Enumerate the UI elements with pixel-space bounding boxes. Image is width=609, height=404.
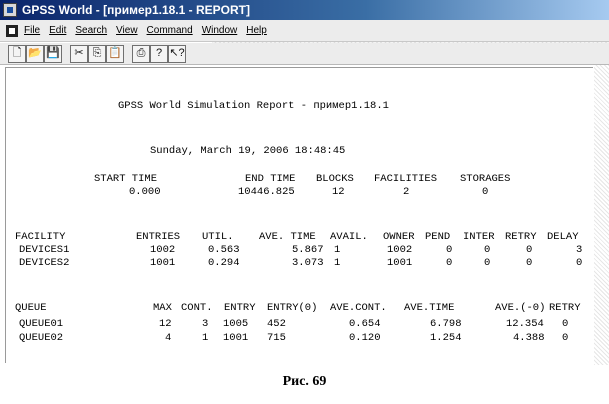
facility-cell: DEVICES1 xyxy=(19,244,70,256)
facility-cell: 0 xyxy=(446,244,453,256)
queue-header-ave-cont: AVE.CONT. xyxy=(330,302,387,314)
facility-cell: 0 xyxy=(576,257,583,269)
queue-cell: 1 xyxy=(202,332,209,344)
facility-header-owner: OWNER xyxy=(383,231,415,243)
summary-value-storages: 0 xyxy=(482,186,489,198)
facility-cell: 1 xyxy=(334,244,341,256)
print-icon[interactable]: ⎙ xyxy=(132,44,150,63)
facility-header-delay: DELAY xyxy=(547,231,579,243)
facility-cell: 1002 xyxy=(150,244,176,256)
menu-command[interactable]: Command xyxy=(147,25,193,36)
facility-cell: 1 xyxy=(334,257,341,269)
summary-header-start-time: START TIME xyxy=(94,173,158,185)
summary-value-end-time: 10446.825 xyxy=(238,186,295,198)
facility-cell: 3.073 xyxy=(292,257,324,269)
document-icon[interactable] xyxy=(6,24,18,37)
queue-header-ave-0: AVE.(-0) xyxy=(495,302,546,314)
save-icon[interactable]: 💾 xyxy=(44,44,62,63)
summary-header-facilities: FACILITIES xyxy=(374,173,438,185)
facility-header-avail: AVAIL. xyxy=(330,231,368,243)
queue-cell: 4.388 xyxy=(513,332,545,344)
queue-cell: 0 xyxy=(562,318,569,330)
menu-view[interactable]: View xyxy=(116,25,138,36)
facility-cell: 5.867 xyxy=(292,244,324,256)
help-icon[interactable]: ? xyxy=(150,44,168,63)
report-date: Sunday, March 19, 2006 18:48:45 xyxy=(150,145,346,157)
menu-bar: File Edit Search View Command Window Hel… xyxy=(0,20,609,42)
queue-header-entry: ENTRY xyxy=(224,302,256,314)
facility-header-facility: FACILITY xyxy=(15,231,66,243)
facility-header-ave-time: AVE. TIME xyxy=(259,231,316,243)
queue-cell: 12.354 xyxy=(506,318,544,330)
facility-cell: 0.294 xyxy=(208,257,240,269)
summary-header-blocks: BLOCKS xyxy=(316,173,354,185)
queue-cell: QUEUE02 xyxy=(19,332,64,344)
new-icon[interactable]: 🗋 xyxy=(8,44,26,63)
queue-cell: 452 xyxy=(267,318,286,330)
queue-cell: 4 xyxy=(165,332,172,344)
queue-cell: 1.254 xyxy=(430,332,462,344)
queue-cell: 0.654 xyxy=(349,318,381,330)
menu-file[interactable]: File xyxy=(24,25,40,36)
queue-cell: 6.798 xyxy=(430,318,462,330)
copy-icon[interactable]: ⎘ xyxy=(88,44,106,63)
queue-cell: 1005 xyxy=(223,318,249,330)
open-icon[interactable]: 📂 xyxy=(26,44,44,63)
facility-cell: 1001 xyxy=(150,257,176,269)
queue-header-cont: CONT. xyxy=(181,302,213,314)
queue-cell: 715 xyxy=(267,332,286,344)
facility-cell: 0 xyxy=(484,257,491,269)
facility-cell: 0 xyxy=(484,244,491,256)
report-header: GPSS World Simulation Report - пример1.1… xyxy=(118,100,389,112)
summary-value-blocks: 12 xyxy=(332,186,345,198)
queue-cell: 0 xyxy=(562,332,569,344)
window-frame-hatch xyxy=(594,65,609,365)
app-icon[interactable] xyxy=(3,3,17,17)
queue-header-entry0: ENTRY(0) xyxy=(267,302,318,314)
facility-cell: 3 xyxy=(576,244,583,256)
facility-cell: 1001 xyxy=(387,257,413,269)
summary-value-start-time: 0.000 xyxy=(129,186,161,198)
facility-cell: DEVICES2 xyxy=(19,257,70,269)
facility-cell: 0 xyxy=(526,257,533,269)
summary-header-end-time: END TIME xyxy=(245,173,296,185)
queue-cell: 3 xyxy=(202,318,209,330)
facility-header-retry: RETRY xyxy=(505,231,537,243)
facility-cell: 0.563 xyxy=(208,244,240,256)
queue-header-queue: QUEUE xyxy=(15,302,47,314)
context-help-icon[interactable]: ↖? xyxy=(168,44,186,63)
cut-icon[interactable]: ✂ xyxy=(70,44,88,63)
queue-cell: 0.120 xyxy=(349,332,381,344)
facility-header-inter: INTER xyxy=(463,231,495,243)
menu-window[interactable]: Window xyxy=(202,25,238,36)
window-title: GPSS World - [пример1.18.1 - REPORT] xyxy=(22,3,250,17)
menu-help[interactable]: Help xyxy=(246,25,267,36)
toolbar: 🗋 📂 💾 ✂ ⎘ 📋 ⎙ ? ↖? xyxy=(0,43,609,65)
summary-header-storages: STORAGES xyxy=(460,173,511,185)
facility-header-util: UTIL. xyxy=(202,231,234,243)
queue-header-ave-time: AVE.TIME xyxy=(404,302,455,314)
facility-header-pend: PEND xyxy=(425,231,451,243)
figure-caption: Рис. 69 xyxy=(282,374,327,389)
paste-icon[interactable]: 📋 xyxy=(106,44,124,63)
queue-cell: 1001 xyxy=(223,332,249,344)
queue-cell: QUEUE01 xyxy=(19,318,64,330)
queue-header-max: MAX xyxy=(153,302,172,314)
queue-cell: 12 xyxy=(159,318,172,330)
facility-cell: 0 xyxy=(446,257,453,269)
facility-cell: 0 xyxy=(526,244,533,256)
menu-search[interactable]: Search xyxy=(75,25,107,36)
title-bar: GPSS World - [пример1.18.1 - REPORT] xyxy=(0,0,609,20)
facility-header-entries: ENTRIES xyxy=(136,231,181,243)
summary-value-facilities: 2 xyxy=(403,186,410,198)
facility-cell: 1002 xyxy=(387,244,413,256)
queue-header-retry: RETRY xyxy=(549,302,581,314)
menu-edit[interactable]: Edit xyxy=(49,25,66,36)
